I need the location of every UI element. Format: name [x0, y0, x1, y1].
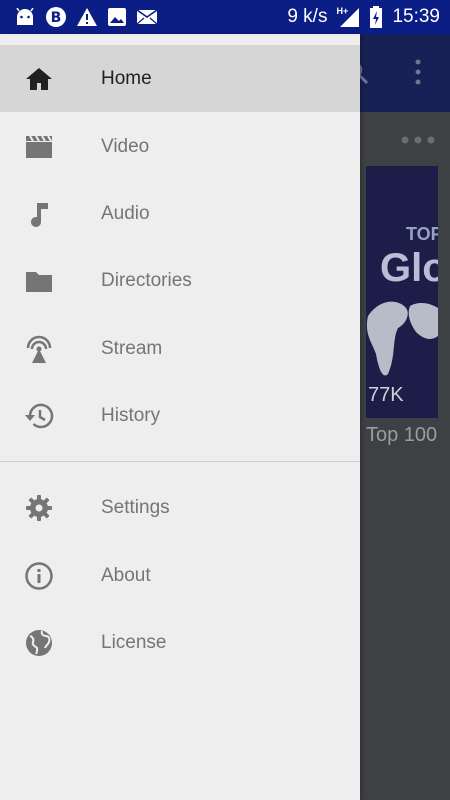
drawer-item-history[interactable]: History [0, 382, 360, 449]
svg-text:B: B [51, 10, 62, 26]
music-note-icon [24, 199, 54, 229]
history-icon [24, 401, 54, 431]
drawer-divider [0, 461, 360, 462]
status-bar: B 9 k/s H+ 15:39 [0, 0, 450, 34]
android-icon [14, 8, 36, 26]
thumbnail-text-main: Glo [380, 246, 438, 290]
drawer-item-video[interactable]: Video [0, 113, 360, 180]
drawer-item-label: Audio [101, 202, 150, 224]
antenna-icon [24, 334, 54, 364]
drawer-item-stream[interactable]: Stream [0, 315, 360, 382]
image-icon [107, 7, 127, 27]
drawer-item-directories[interactable]: Directories [0, 247, 360, 314]
more-horiz-icon[interactable] [400, 132, 436, 150]
drawer-item-label: Stream [101, 337, 163, 359]
drawer-item-label: About [101, 564, 151, 586]
video-clapper-icon [24, 132, 54, 162]
drawer-item-license[interactable]: License [0, 609, 360, 676]
info-icon [24, 561, 54, 591]
video-title[interactable]: Top 100 [366, 424, 450, 447]
drawer-item-home[interactable]: Home [0, 45, 360, 112]
warning-icon [76, 7, 98, 27]
clock: 15:39 [392, 6, 440, 27]
gear-icon [24, 493, 54, 523]
thumbnail-text-top: TOP [406, 224, 438, 244]
view-count: 77K [368, 384, 404, 406]
video-thumbnail[interactable]: TOP Glo 77K [366, 166, 438, 418]
drawer-item-about[interactable]: About [0, 542, 360, 609]
bitcoin-icon: B [45, 6, 67, 28]
drawer-item-audio[interactable]: Audio [0, 180, 360, 247]
drawer-item-label: History [101, 404, 161, 426]
drawer-item-label: License [101, 631, 167, 653]
signal-icon: H+ [336, 6, 360, 28]
battery-charging-icon [369, 6, 383, 28]
more-vert-icon[interactable] [412, 58, 424, 91]
data-speed: 9 k/s [287, 6, 328, 27]
folder-icon [24, 266, 54, 296]
navigation-drawer: Home Video Audio Directories Stream Hist… [0, 34, 360, 800]
drawer-item-label: Settings [101, 496, 170, 518]
home-icon [24, 64, 54, 94]
mail-icon [136, 8, 158, 26]
drawer-item-label: Video [101, 135, 150, 157]
globe-icon [24, 628, 54, 658]
drawer-item-settings[interactable]: Settings [0, 474, 360, 541]
drawer-item-label: Directories [101, 269, 192, 291]
drawer-item-label: Home [101, 67, 152, 89]
